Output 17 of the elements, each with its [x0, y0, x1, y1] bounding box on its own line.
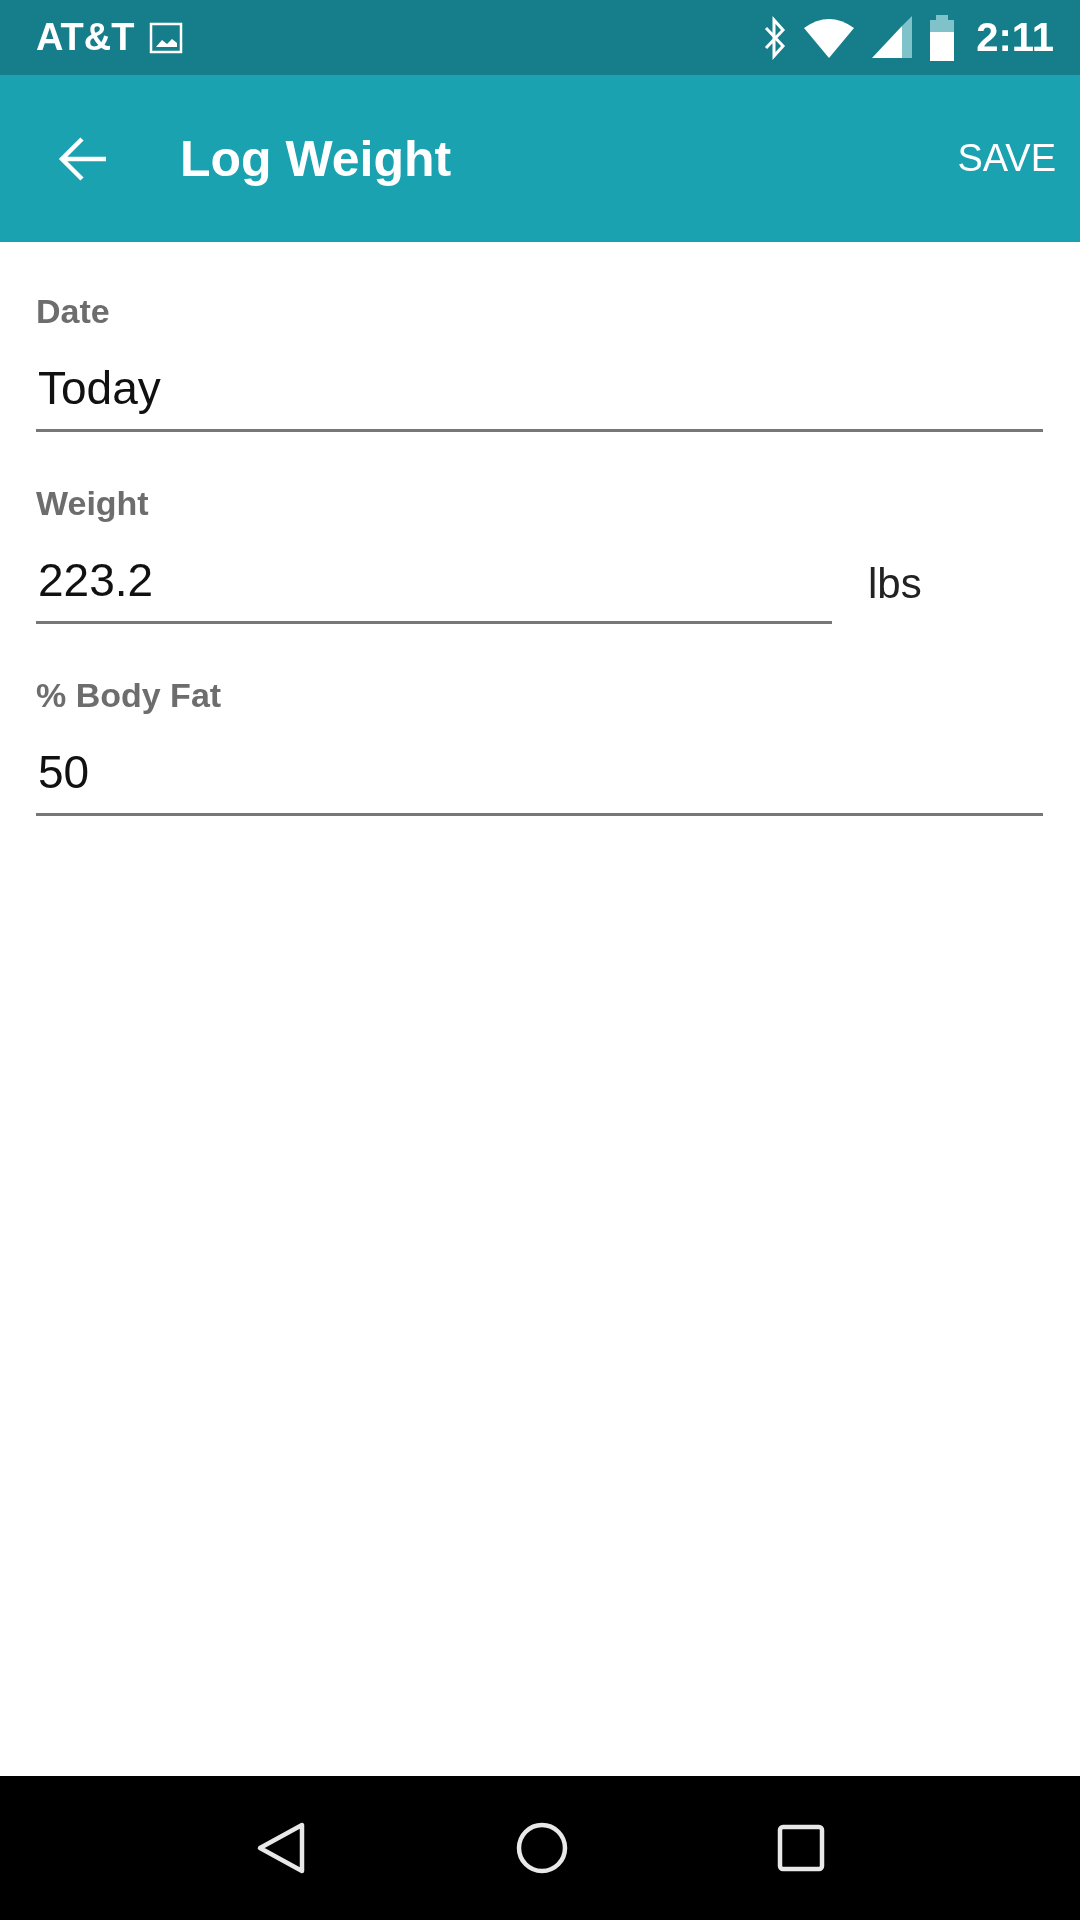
recents-icon[interactable] — [776, 1823, 827, 1873]
screen-title: Log Weight — [180, 129, 452, 188]
image-icon — [148, 21, 183, 54]
field-label: Date — [36, 292, 111, 331]
input-field[interactable]: 50 — [36, 735, 1043, 816]
back-button[interactable] — [58, 136, 108, 181]
signal-icon — [870, 15, 915, 60]
battery-icon — [928, 14, 957, 61]
back-arrow-icon — [58, 136, 108, 181]
home-icon[interactable] — [515, 1821, 569, 1875]
carrier-name: AT&T — [36, 16, 135, 59]
input-field[interactable]: Today — [36, 351, 1043, 432]
unit-label: lbs — [868, 559, 922, 608]
input-field[interactable]: 223.2 — [36, 543, 832, 624]
field-label: % Body Fat — [36, 676, 223, 715]
field-label: Weight — [36, 484, 150, 523]
clock-time: 2:11 — [976, 15, 1054, 60]
